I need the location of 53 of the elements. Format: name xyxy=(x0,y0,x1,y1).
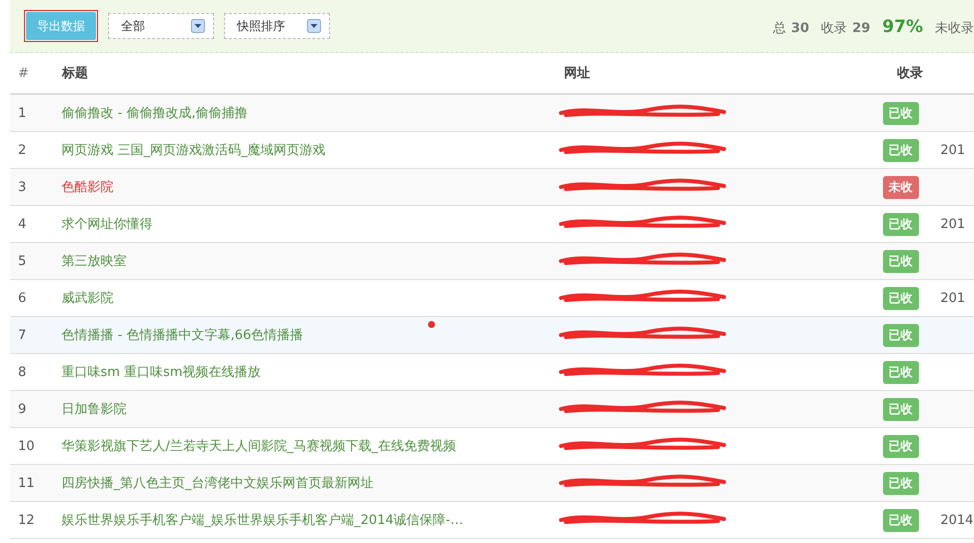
stat-label: 总 xyxy=(773,20,786,37)
status-badge: 已收 xyxy=(882,286,919,310)
export-button[interactable]: 导出数据 xyxy=(26,12,96,40)
status-badge: 已收 xyxy=(882,398,919,420)
column-header: 网址 xyxy=(563,65,591,82)
row-number: 7 xyxy=(17,328,28,342)
status-badge: 已收 xyxy=(882,360,919,384)
row-number: 8 xyxy=(17,364,28,380)
row-number: 4 xyxy=(17,216,28,232)
status-badge: 已收 xyxy=(882,324,919,346)
row-number: 1 xyxy=(17,106,28,120)
title-link[interactable]: 色情播播 - 色情播播中文字幕,66色情播播 xyxy=(62,326,554,344)
title-link[interactable]: 偷偷撸改 - 偷偷撸改成,偷偷捕撸 xyxy=(62,104,554,122)
column-header: 收录 xyxy=(896,65,924,82)
title-link[interactable]: 重口味sm 重口味sm视频在线播放 xyxy=(62,363,554,381)
title-link[interactable]: 色酷影院 xyxy=(62,178,554,196)
stat-label: 收录 xyxy=(821,20,848,37)
title-link[interactable]: 求个网址你懂得 xyxy=(62,215,554,233)
status-badge: 已收 xyxy=(882,138,919,162)
row-number: 6 xyxy=(17,290,28,306)
title-link[interactable]: 日加鲁影院 xyxy=(62,400,554,418)
status-badge: 已收 xyxy=(882,472,919,494)
stat-value: 30 xyxy=(791,21,810,36)
dropdown[interactable]: 全部 xyxy=(108,13,214,39)
date-text: 201 xyxy=(940,290,966,306)
title-link[interactable]: 四房快播_第八色主页_台湾佬中文娱乐网首页最新网址 xyxy=(62,474,554,492)
stat-percent: 97% xyxy=(882,17,923,37)
stat-value: 29 xyxy=(852,21,870,36)
status-badge: 已收 xyxy=(882,250,919,272)
row-number: 5 xyxy=(17,254,28,268)
title-link[interactable]: 第三放映室 xyxy=(62,252,554,270)
row-number: 10 xyxy=(17,438,36,454)
row-number: 11 xyxy=(17,476,36,490)
status-badge: 已收 xyxy=(882,102,919,124)
dropdown[interactable]: 快照排序 xyxy=(224,13,330,39)
row-number: 9 xyxy=(17,402,28,416)
date-text: 2014 xyxy=(940,512,974,528)
status-badge: 未收 xyxy=(882,176,919,198)
date-text: 201 xyxy=(940,142,966,158)
title-link[interactable]: 网页游戏 三国_网页游戏激活码_魔域网页游戏 xyxy=(62,141,554,159)
row-number: 12 xyxy=(17,512,36,528)
title-link[interactable]: 华策影视旗下艺人/兰若寺天上人间影院_马赛视频下载_在线免费视频 xyxy=(62,437,554,455)
stat-label: 未收录 xyxy=(935,20,974,37)
row-number: 3 xyxy=(17,180,28,194)
status-badge: 已收 xyxy=(882,434,919,458)
column-header: # xyxy=(17,66,30,80)
status-badge: 已收 xyxy=(882,508,919,532)
title-link[interactable]: 娱乐世界娱乐手机客户端_娱乐世界娱乐手机客户端_2014诚信保障-… xyxy=(62,511,554,529)
title-link[interactable]: 威武影院 xyxy=(62,289,554,307)
status-badge: 已收 xyxy=(882,212,919,236)
date-text: 201 xyxy=(940,216,966,232)
row-number: 2 xyxy=(17,142,28,158)
column-header: 标题 xyxy=(62,65,89,82)
